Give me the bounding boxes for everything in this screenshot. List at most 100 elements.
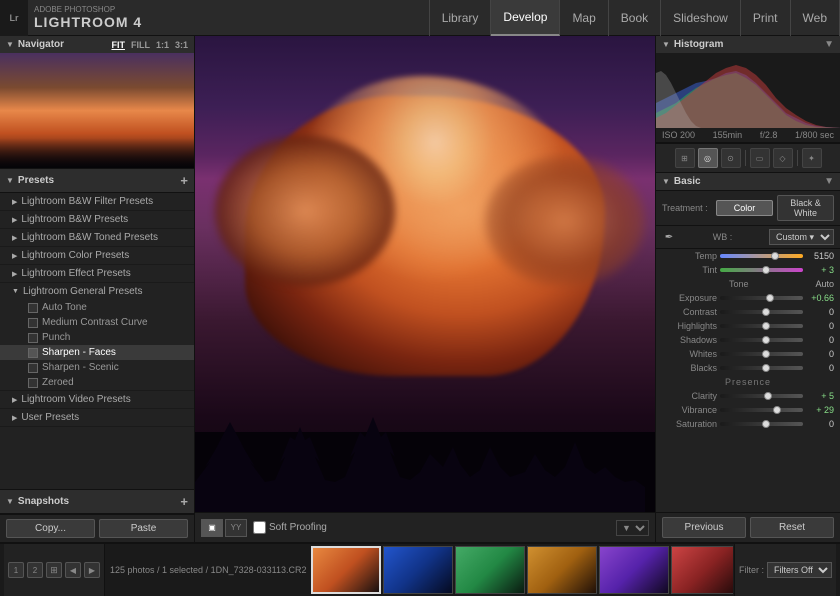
snapshots-header[interactable]: ▼ Snapshots + xyxy=(0,489,194,514)
presets-section[interactable]: ▼ Presets + ▶ Lightroom B&W Filter Prese… xyxy=(0,169,194,489)
preset-item-medcontrast[interactable]: Medium Contrast Curve xyxy=(0,315,194,330)
copy-button[interactable]: Copy... xyxy=(6,519,95,538)
shadows-slider-thumb[interactable] xyxy=(762,336,770,344)
filter-select[interactable]: Filters Off Flagged Rated xyxy=(767,562,832,578)
previous-button[interactable]: Previous xyxy=(662,517,746,538)
vibrance-slider-row: Vibrance + 29 xyxy=(656,403,840,417)
auto-tone-btn[interactable]: Auto xyxy=(815,279,834,289)
color-treatment-btn[interactable]: Color xyxy=(716,200,773,216)
exposure-value: +0.66 xyxy=(806,293,834,303)
graduated-filter-btn[interactable]: ▭ xyxy=(750,148,770,168)
vibrance-slider-thumb[interactable] xyxy=(773,406,781,414)
temp-slider-track[interactable] xyxy=(720,254,803,258)
highlights-slider-track[interactable] xyxy=(720,324,803,328)
redeye-btn[interactable]: ⊙ xyxy=(721,148,741,168)
spot-removal-btn[interactable]: ◎ xyxy=(698,148,718,168)
cloud-right xyxy=(485,156,645,286)
zoom-3-1[interactable]: 3:1 xyxy=(175,40,188,50)
zoom-fit[interactable]: FIT xyxy=(111,40,125,50)
tab-print[interactable]: Print xyxy=(741,0,791,36)
paste-button[interactable]: Paste xyxy=(99,519,188,538)
exposure-slider-track[interactable] xyxy=(720,296,803,300)
next-filmstrip-btn[interactable]: ▶ xyxy=(84,562,100,578)
zoom-1-1[interactable]: 1:1 xyxy=(156,40,169,50)
navigator-header[interactable]: ▼ Navigator FIT FILL 1:1 3:1 xyxy=(0,36,194,53)
wb-eyedropper-tool[interactable]: ✒ xyxy=(662,230,676,244)
preset-item-sharpen-faces[interactable]: Sharpen - Faces xyxy=(0,345,194,360)
preset-group-video-header[interactable]: ▶ Lightroom Video Presets xyxy=(0,391,194,408)
wb-select[interactable]: Custom ▾ Auto As Shot Daylight xyxy=(769,229,834,245)
preset-item-punch[interactable]: Punch xyxy=(0,330,194,345)
page-1-btn[interactable]: 1 xyxy=(8,562,24,578)
navigator-preview[interactable] xyxy=(0,53,195,168)
soft-proofing-checkbox[interactable] xyxy=(253,521,266,534)
preset-item-zeroed[interactable]: Zeroed xyxy=(0,375,194,390)
soft-proofing-toggle[interactable]: Soft Proofing xyxy=(253,521,327,534)
tab-web[interactable]: Web xyxy=(791,0,840,36)
presets-add-icon[interactable]: + xyxy=(180,173,188,188)
prev-filmstrip-btn[interactable]: ◀ xyxy=(65,562,81,578)
develop-options-select[interactable]: ▼ xyxy=(616,520,649,536)
tint-slider-track[interactable] xyxy=(720,268,803,272)
preset-group-bw-header[interactable]: ▶ Lightroom B&W Presets xyxy=(0,211,194,228)
filmstrip-thumb-4[interactable] xyxy=(599,546,669,594)
bw-treatment-btn[interactable]: Black & White xyxy=(777,195,834,221)
basic-menu-icon[interactable]: ▼ xyxy=(824,176,834,187)
zoom-fill[interactable]: FILL xyxy=(131,40,150,50)
preset-group-bwfilter-header[interactable]: ▶ Lightroom B&W Filter Presets xyxy=(0,193,194,210)
preset-group-color-header[interactable]: ▶ Lightroom Color Presets xyxy=(0,247,194,264)
filmstrip-thumb-5[interactable] xyxy=(671,546,733,594)
preset-group-effect-header[interactable]: ▶ Lightroom Effect Presets xyxy=(0,265,194,282)
whites-slider-thumb[interactable] xyxy=(762,350,770,358)
tint-slider-thumb[interactable] xyxy=(762,266,770,274)
single-view-btn[interactable]: ▣ xyxy=(201,519,223,537)
contrast-slider-thumb[interactable] xyxy=(762,308,770,316)
tab-library[interactable]: Library xyxy=(429,0,492,36)
preset-group-general-header[interactable]: ▼ Lightroom General Presets xyxy=(0,283,194,300)
whites-slider-track[interactable] xyxy=(720,352,803,356)
tab-map[interactable]: Map xyxy=(560,0,608,36)
bottom-toolbar-right: ▼ xyxy=(616,520,649,536)
preset-item-sharpen-scenic[interactable]: Sharpen - Scenic xyxy=(0,360,194,375)
snapshots-add-icon[interactable]: + xyxy=(180,494,188,509)
adjustment-brush-btn[interactable]: ✦ xyxy=(802,148,822,168)
filmstrip-thumb-3[interactable] xyxy=(527,546,597,594)
grid-filmstrip-btn[interactable]: ⊞ xyxy=(46,562,62,578)
basic-header[interactable]: ▼ Basic ▼ xyxy=(656,173,840,191)
preset-item-autotone[interactable]: Auto Tone xyxy=(0,300,194,315)
filmstrip-thumb-1[interactable] xyxy=(383,546,453,594)
vibrance-slider-track[interactable] xyxy=(720,408,803,412)
highlights-value: 0 xyxy=(806,321,834,331)
clarity-slider-thumb[interactable] xyxy=(764,392,772,400)
reset-button[interactable]: Reset xyxy=(750,517,834,538)
temp-value: 5150 xyxy=(806,251,834,261)
clarity-slider-track[interactable] xyxy=(720,394,803,398)
radial-filter-btn[interactable]: ◇ xyxy=(773,148,793,168)
saturation-slider-track[interactable] xyxy=(720,422,803,426)
blacks-slider-thumb[interactable] xyxy=(762,364,770,372)
page-2-btn[interactable]: 2 xyxy=(27,562,43,578)
temp-slider-thumb[interactable] xyxy=(771,252,779,260)
compare-view-btn[interactable]: YY xyxy=(225,519,247,537)
preset-group-user-header[interactable]: ▶ User Presets xyxy=(0,409,194,426)
filmstrip-thumb-2[interactable] xyxy=(455,546,525,594)
main-photo-area[interactable] xyxy=(195,36,655,512)
preset-group-bwtoned-header[interactable]: ▶ Lightroom B&W Toned Presets xyxy=(0,229,194,246)
shadows-slider-track[interactable] xyxy=(720,338,803,342)
tab-slideshow[interactable]: Slideshow xyxy=(661,0,741,36)
tab-book[interactable]: Book xyxy=(609,0,661,36)
filmstrip-thumb-0[interactable] xyxy=(311,546,381,594)
blacks-slider-track[interactable] xyxy=(720,366,803,370)
contrast-slider-track[interactable] xyxy=(720,310,803,314)
highlights-slider-thumb[interactable] xyxy=(762,322,770,330)
presets-header[interactable]: ▼ Presets + xyxy=(0,169,194,193)
histogram-menu-icon[interactable]: ▼ xyxy=(824,39,834,50)
histogram-header[interactable]: ▼ Histogram ▼ xyxy=(656,36,840,53)
tab-develop[interactable]: Develop xyxy=(491,0,560,36)
presets-title: Presets xyxy=(18,175,54,186)
temp-slider-row: Temp 5150 xyxy=(656,249,840,263)
tool-separator-1 xyxy=(745,150,746,166)
exposure-slider-thumb[interactable] xyxy=(766,294,774,302)
saturation-slider-thumb[interactable] xyxy=(762,420,770,428)
crop-tool-btn[interactable]: ⊞ xyxy=(675,148,695,168)
